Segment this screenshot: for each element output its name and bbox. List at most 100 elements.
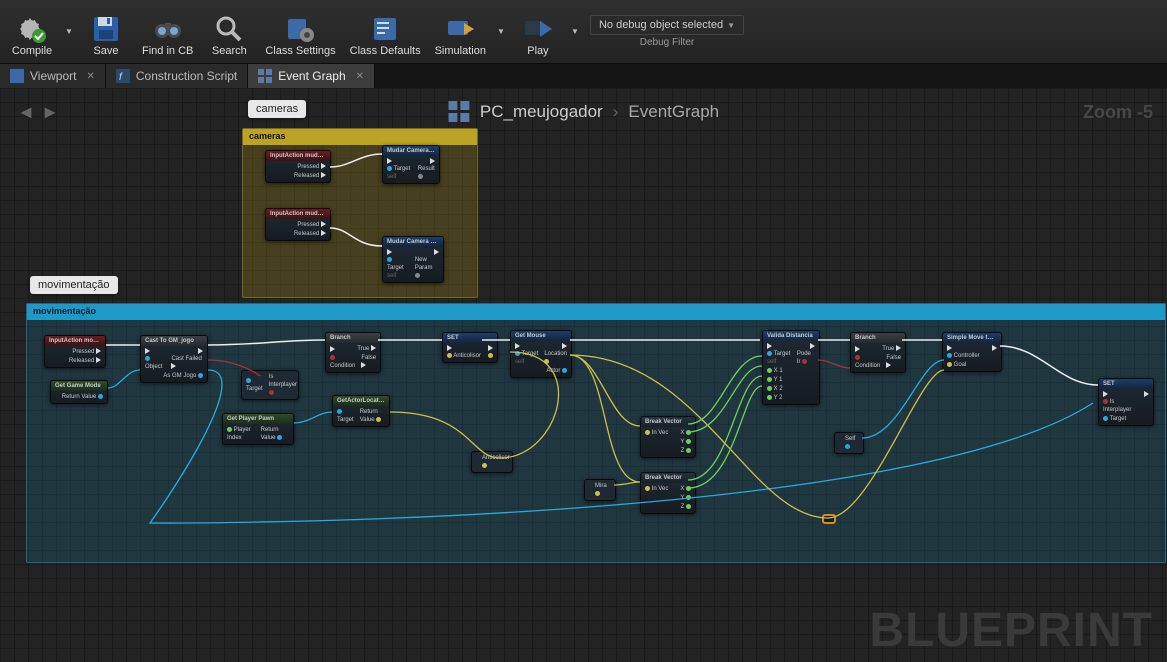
node-title: Branch xyxy=(851,333,905,343)
compile-button[interactable]: Compile xyxy=(4,2,60,61)
chevron-down-icon: ▼ xyxy=(727,21,735,30)
node-title: Get Player Pawn xyxy=(223,414,293,424)
class-defaults-label: Class Defaults xyxy=(350,45,421,57)
breadcrumb: PC_meujogador › EventGraph xyxy=(448,101,719,123)
compile-dropdown[interactable]: ▼ xyxy=(62,2,76,61)
class-defaults-icon xyxy=(369,13,401,45)
node-title: InputAction mudarCameraesq xyxy=(266,209,330,219)
search-label: Search xyxy=(212,45,247,57)
node-validadistancia[interactable]: Valida Distancia Target selfPode Ir X 1 … xyxy=(762,330,820,405)
blueprint-icon xyxy=(448,101,470,123)
node-title: InputAction mudarCameradir xyxy=(266,151,330,161)
node-cast-gmjogo[interactable]: Cast To GM_jogo ObjectCast Failed As GM … xyxy=(140,335,208,383)
graph-icon xyxy=(258,69,272,83)
simulation-dropdown[interactable]: ▼ xyxy=(494,2,508,61)
node-branch-1[interactable]: Branch True ConditionFalse xyxy=(325,332,381,373)
tab-construction-label: Construction Script xyxy=(136,69,237,83)
floppy-icon xyxy=(90,13,122,45)
node-anticolisor-var[interactable]: Anticolisor xyxy=(471,451,513,473)
node-title: Break Vector xyxy=(641,473,695,483)
tab-viewport[interactable]: Viewport ✕ xyxy=(0,64,106,88)
node-title: Get Game Mode xyxy=(51,381,107,391)
node-inputaction-mousedir[interactable]: InputAction mousedir Pressed Released xyxy=(44,335,106,368)
graph-tabs: Viewport ✕ f Construction Script Event G… xyxy=(0,64,1167,88)
node-title: Simple Move to Location xyxy=(943,333,1001,343)
node-title: SET xyxy=(443,333,497,343)
simulation-label: Simulation xyxy=(435,45,486,57)
play-dropdown[interactable]: ▼ xyxy=(568,2,582,61)
close-icon[interactable]: ✕ xyxy=(356,71,364,82)
node-set-anticolisor[interactable]: SET Anticolisor xyxy=(442,332,498,363)
node-inputaction-camdir[interactable]: InputAction mudarCameradir Pressed Relea… xyxy=(265,150,331,183)
node-mira-var[interactable]: Mira xyxy=(584,479,616,501)
nav-forward-button[interactable]: ► xyxy=(38,100,62,124)
node-title: Mudar Camera Esq xyxy=(383,237,443,247)
node-title: Break Vector xyxy=(641,417,695,427)
debug-object-selector[interactable]: No debug object selected ▼ xyxy=(590,15,744,35)
node-title: Cast To GM_jogo xyxy=(141,336,207,346)
node-getplayerpawn[interactable]: Get Player Pawn Player IndexReturn Value xyxy=(222,413,294,445)
node-getgamemode[interactable]: Get Game Mode Return Value xyxy=(50,380,108,404)
node-getmouse[interactable]: Get Mouse Target selfLocation Actor xyxy=(510,330,572,378)
save-label: Save xyxy=(93,45,118,57)
main-toolbar: Compile ▼ Save Find in CB Search Class S… xyxy=(0,0,1167,64)
find-in-cb-button[interactable]: Find in CB xyxy=(136,2,199,61)
tooltip-cameras: cameras xyxy=(248,100,306,118)
node-simplemove[interactable]: Simple Move to Location Controller Goal xyxy=(942,332,1002,372)
class-settings-icon xyxy=(285,13,317,45)
node-title: Valida Distancia xyxy=(763,331,819,341)
node-set-isinterplayer[interactable]: SET Is Interplayer Target xyxy=(1098,378,1154,426)
debug-filter-box: No debug object selected ▼ Debug Filter xyxy=(590,2,744,61)
debug-filter-label: Debug Filter xyxy=(590,37,744,48)
play-icon xyxy=(522,13,554,45)
zoom-indicator: Zoom -5 xyxy=(1083,102,1153,123)
node-title: Get Mouse xyxy=(511,331,571,341)
node-breakvector-2[interactable]: Break Vector In VecX Y Z xyxy=(640,472,696,514)
class-defaults-button[interactable]: Class Defaults xyxy=(344,2,427,61)
tab-eventgraph-label: Event Graph xyxy=(278,69,345,83)
node-title: SET xyxy=(1099,379,1153,389)
node-title: Branch xyxy=(326,333,380,343)
search-button[interactable]: Search xyxy=(201,2,257,61)
class-settings-label: Class Settings xyxy=(265,45,335,57)
magnifier-icon xyxy=(213,13,245,45)
simulation-icon xyxy=(444,13,476,45)
node-breakvector-1[interactable]: Break Vector In VecX Y Z xyxy=(640,416,696,458)
node-self-var[interactable]: Self xyxy=(834,432,864,454)
close-icon[interactable]: ✕ xyxy=(86,71,94,82)
comment-mov-title: movimentação xyxy=(27,304,1165,320)
node-mudarcameraesq[interactable]: Mudar Camera Esq Target selfNew Param xyxy=(382,236,444,283)
node-mudarcameradir[interactable]: Mudar Camera Dir Target selfResult xyxy=(382,145,440,184)
play-label: Play xyxy=(527,45,548,57)
blueprint-watermark: BLUEPRINT xyxy=(869,603,1153,658)
find-label: Find in CB xyxy=(142,45,193,57)
graph-nav-row: ◄ ► PC_meujogador › EventGraph Zoom -5 xyxy=(0,98,1167,126)
nav-back-button[interactable]: ◄ xyxy=(14,100,38,124)
node-getactorlocation[interactable]: GetActorLocation TargetReturn Value xyxy=(332,395,390,427)
function-icon: f xyxy=(116,69,130,83)
viewport-icon xyxy=(10,69,24,83)
play-button[interactable]: Play xyxy=(510,2,566,61)
event-graph-canvas[interactable]: ◄ ► PC_meujogador › EventGraph Zoom -5 c… xyxy=(0,88,1167,662)
breadcrumb-class[interactable]: PC_meujogador xyxy=(480,102,603,122)
node-title: Mudar Camera Dir xyxy=(383,146,439,156)
class-settings-button[interactable]: Class Settings xyxy=(259,2,341,61)
comment-cameras-title: cameras xyxy=(243,129,477,145)
tab-viewport-label: Viewport xyxy=(30,69,76,83)
node-branch-2[interactable]: Branch True ConditionFalse xyxy=(850,332,906,373)
tab-construction[interactable]: f Construction Script xyxy=(106,64,248,88)
compile-label: Compile xyxy=(12,45,52,57)
save-button[interactable]: Save xyxy=(78,2,134,61)
tooltip-movimentacao: movimentação xyxy=(30,276,118,294)
simulation-button[interactable]: Simulation xyxy=(429,2,492,61)
node-is-interplayer-var[interactable]: TargetIs Interplayer xyxy=(241,370,299,400)
reroute-node[interactable] xyxy=(822,514,836,524)
gear-check-icon xyxy=(16,13,48,45)
tab-eventgraph[interactable]: Event Graph ✕ xyxy=(248,64,375,88)
breadcrumb-graph[interactable]: EventGraph xyxy=(628,102,719,122)
debug-object-label: No debug object selected xyxy=(599,19,723,31)
chevron-right-icon: › xyxy=(613,102,619,122)
binoculars-icon xyxy=(152,13,184,45)
node-title: InputAction mousedir xyxy=(45,336,105,346)
node-inputaction-camesq[interactable]: InputAction mudarCameraesq Pressed Relea… xyxy=(265,208,331,241)
